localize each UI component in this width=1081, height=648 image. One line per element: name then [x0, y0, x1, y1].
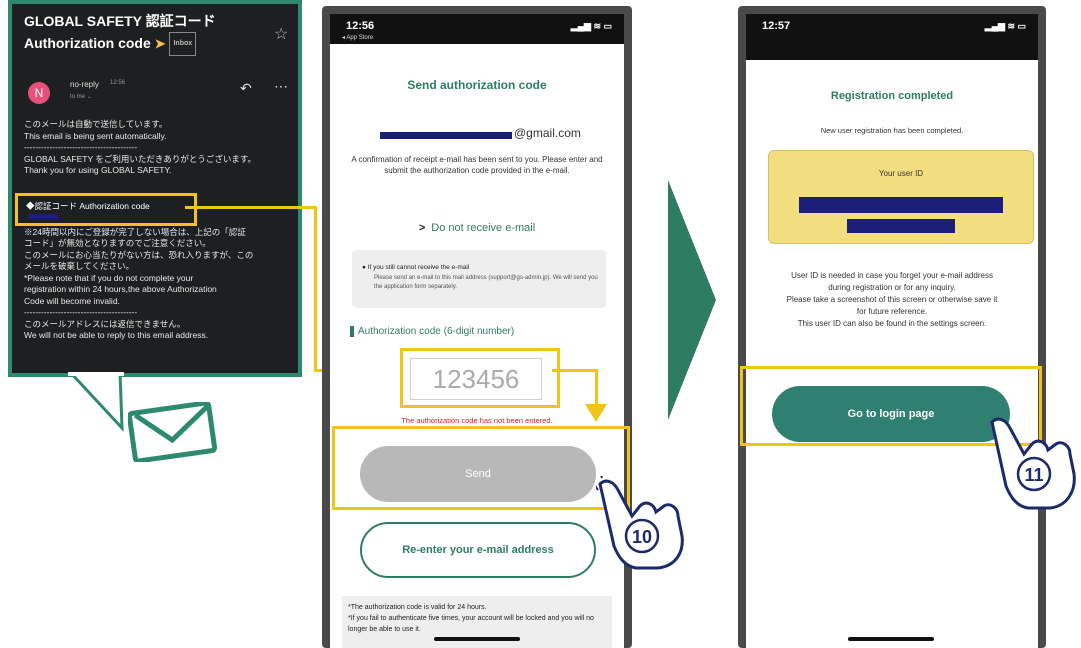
reply-icon[interactable]: ↶	[240, 80, 252, 97]
sent-time: 12:56	[110, 80, 126, 86]
completion-message: New user registration has been completed…	[820, 126, 964, 135]
tap-hand-step-11: 11	[990, 417, 1076, 510]
inbox-label: Inbox	[169, 32, 197, 57]
home-indicator	[434, 637, 520, 641]
email-subject: GLOBAL SAFETY 認証コード Authorization code ➤…	[24, 10, 274, 57]
notice-box: ● If you still cannot receive the e-mail…	[352, 250, 606, 308]
email-body: このメールは自動で送信しています。 This email is being se…	[24, 119, 256, 340]
page-title: Send authorization code	[407, 78, 547, 92]
important-marker-icon: ➤	[154, 36, 166, 51]
status-icons: ▂▄▆ ≋ ▭	[570, 21, 612, 31]
email-domain: @gmail.com	[514, 126, 581, 140]
recipient: to me ⌄	[70, 94, 92, 100]
envelope-icon	[128, 402, 218, 462]
clock: 12:56	[346, 20, 375, 32]
send-button-highlight	[332, 426, 630, 510]
connector-arrowhead	[585, 404, 607, 422]
star-icon[interactable]: ☆	[274, 24, 288, 44]
status-bar: 12:57 ▂▄▆ ≋ ▭	[746, 14, 1038, 44]
status-bar-extension	[746, 44, 1038, 60]
connector-line	[185, 206, 317, 209]
phone-screen: 12:56 ◂ App Store ▂▄▆ ≋ ▭ Send authoriza…	[330, 14, 624, 648]
status-bar: 12:56 ◂ App Store ▂▄▆ ≋ ▭	[330, 14, 624, 44]
authorization-code-label: ◆認証コード Authorization code	[26, 201, 150, 211]
step-number-11: 11	[1024, 465, 1043, 485]
do-not-receive-link[interactable]: > Do not receive e-mail	[330, 222, 624, 234]
clock: 12:57	[762, 20, 791, 32]
notice-body: Please send an e-mail to this mail addre…	[374, 275, 598, 290]
next-step-arrow	[668, 180, 716, 420]
redacted-code	[28, 214, 58, 219]
sender-name: no-reply	[70, 80, 99, 89]
speech-bubble-tail	[67, 372, 124, 432]
avatar: N	[28, 82, 50, 104]
confirmation-description: A confirmation of receipt e-mail has bee…	[351, 155, 603, 175]
reenter-email-button[interactable]: Re-enter your e-mail address	[360, 522, 596, 578]
tap-hand-step-10: 10	[596, 476, 684, 570]
page-title: Registration completed	[830, 90, 954, 102]
redacted-user-id	[799, 197, 1003, 213]
chevron-right-icon: >	[418, 222, 426, 234]
redacted-user-id	[847, 219, 955, 233]
authorization-code-input[interactable]: 123456	[410, 358, 542, 400]
phone-screen: 12:57 ▂▄▆ ≋ ▭ Registration completed New…	[746, 14, 1038, 648]
back-to-app-store[interactable]: ◂ App Store	[342, 34, 373, 41]
user-id-info: User ID is needed in case you forget you…	[786, 271, 998, 328]
phone-registration-completed: 12:57 ▂▄▆ ≋ ▭ Registration completed New…	[738, 6, 1046, 648]
connector-line	[314, 206, 317, 372]
status-icons: ▂▄▆ ≋ ▭	[984, 21, 1026, 31]
error-message: The authorization code has not been ente…	[401, 416, 553, 425]
email-screenshot: GLOBAL SAFETY 認証コード Authorization code ➤…	[8, 0, 302, 377]
connector-line	[552, 369, 598, 372]
home-indicator	[848, 637, 934, 641]
more-icon[interactable]: ⋯	[274, 78, 288, 95]
user-id-card: Your user ID	[768, 150, 1034, 244]
section-bar	[350, 326, 354, 337]
code-section-header: Authorization code (6-digit number)	[350, 326, 514, 337]
user-id-label: Your user ID	[878, 169, 924, 178]
notice-title: ● If you still cannot receive the e-mail	[362, 264, 470, 271]
connector-line	[595, 369, 598, 409]
phone-send-authorization: 12:56 ◂ App Store ▂▄▆ ≋ ▭ Send authoriza…	[322, 6, 632, 648]
authorization-code-highlight: ◆認証コード Authorization code	[15, 193, 197, 226]
step-number-10: 10	[632, 527, 652, 547]
redacted-email	[380, 132, 512, 139]
